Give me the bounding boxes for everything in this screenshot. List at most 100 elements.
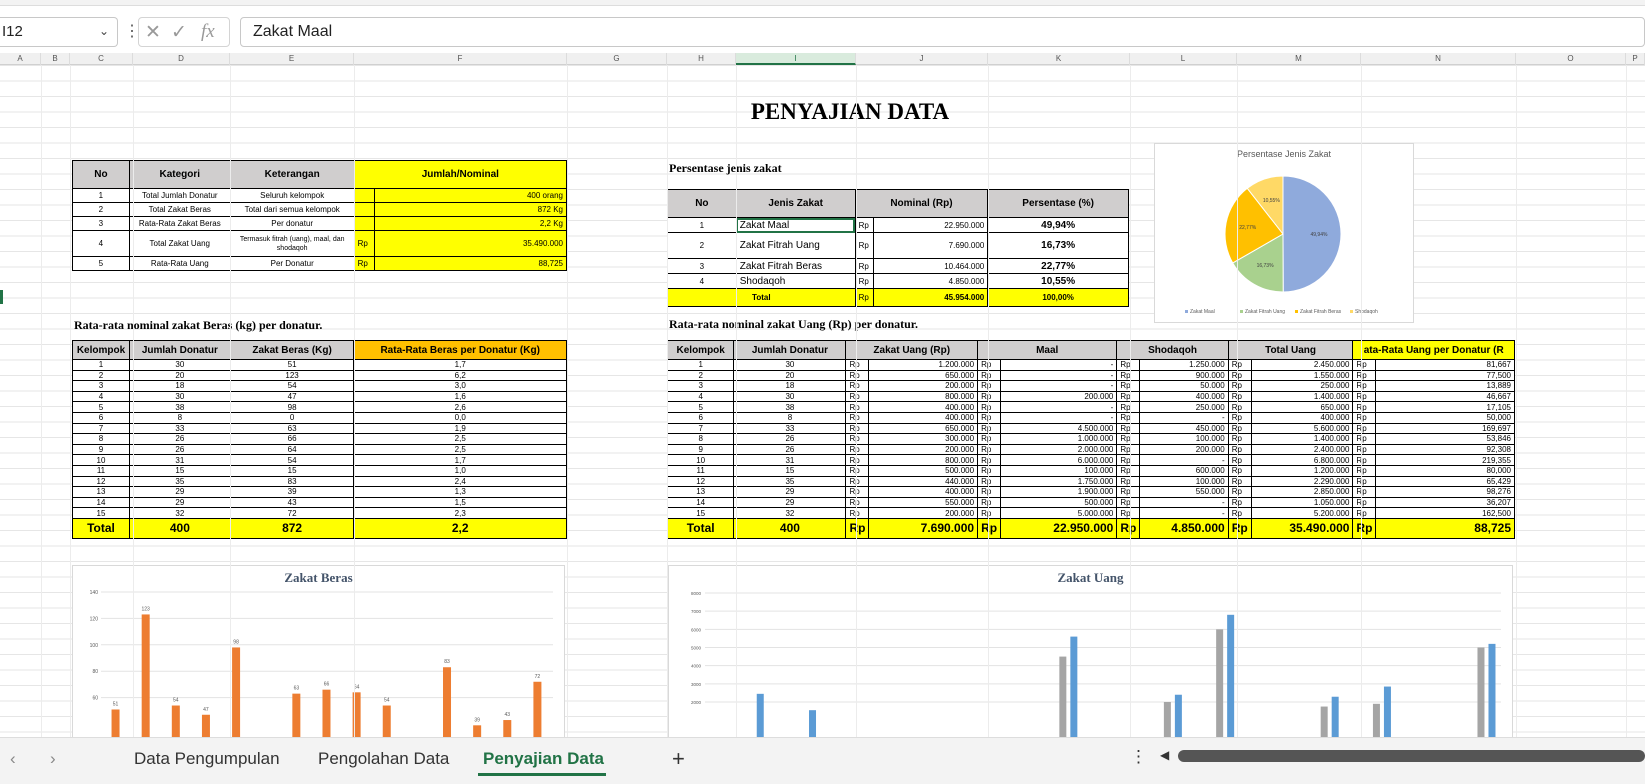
cell-currency: Rp bbox=[1227, 411, 1252, 424]
cell-keterangan: Termasuk fitrah (uang), maal, dan shodaq… bbox=[229, 230, 355, 257]
cell-rata: 3,0 bbox=[353, 380, 567, 392]
cell-currency: Rp bbox=[854, 273, 874, 289]
cell-kelompok: 10 bbox=[666, 454, 735, 466]
cell-rata: 1,9 bbox=[353, 422, 567, 435]
cell-donatur: 31 bbox=[733, 454, 847, 466]
column-header[interactable]: E bbox=[230, 53, 354, 65]
cell-zakat-uang: 650.000 bbox=[868, 422, 979, 435]
cell-currency: Rp bbox=[1116, 443, 1141, 456]
cell-jenis: Zakat Maal bbox=[735, 217, 856, 233]
cell-kelompok: 11 bbox=[72, 464, 130, 477]
column-header[interactable]: L bbox=[1130, 53, 1237, 65]
tab-pengolahan-data[interactable]: Pengolahan Data bbox=[318, 749, 449, 769]
column-header[interactable]: A bbox=[0, 53, 41, 65]
header-total-uang: Total Uang bbox=[1227, 340, 1354, 360]
column-header[interactable]: M bbox=[1237, 53, 1361, 65]
legend-entry: Shodaqoh bbox=[1355, 309, 1378, 315]
prev-sheet-icon[interactable]: ‹ bbox=[10, 749, 16, 769]
cell-zakat-uang: 400.000 bbox=[868, 486, 979, 498]
table-row: 13 29 39 1,3 bbox=[72, 486, 567, 498]
more-sheets-icon[interactable]: ⋮ bbox=[1130, 747, 1147, 767]
column-header[interactable]: O bbox=[1516, 53, 1626, 65]
worksheet-grid[interactable]: PENYAJIAN DATA No Kategori Keterangan Ju… bbox=[0, 65, 1645, 737]
cell-nominal: 22.950.000 bbox=[872, 217, 989, 233]
bar bbox=[1163, 702, 1171, 737]
cancel-icon[interactable]: ✕ bbox=[145, 21, 161, 44]
pie-chart-panel[interactable]: Persentase Jenis Zakat 49,94% Zakat Maal 1… bbox=[1154, 143, 1414, 323]
add-sheet-icon[interactable]: + bbox=[672, 746, 685, 772]
cell-jenis: Zakat Fitrah Uang bbox=[735, 232, 856, 259]
page-title: PENYAJIAN DATA bbox=[750, 99, 950, 124]
gridline bbox=[1516, 65, 1517, 737]
header-jumlah-donatur: Jumlah Donatur bbox=[128, 340, 231, 360]
name-box[interactable]: I12 ⌄ bbox=[0, 17, 118, 47]
cell-currency: Rp bbox=[1116, 475, 1141, 488]
column-header[interactable]: H bbox=[667, 53, 736, 65]
cell-beras: 64 bbox=[229, 443, 355, 456]
cell-zakat-uang: 400.000 bbox=[868, 401, 979, 413]
cell-kelompok: 10 bbox=[72, 454, 130, 466]
column-header[interactable]: C bbox=[70, 53, 133, 65]
column-header[interactable]: D bbox=[133, 53, 230, 65]
active-tab-indicator bbox=[478, 773, 606, 776]
cell-donatur: 18 bbox=[128, 380, 231, 392]
formula-input[interactable]: Zakat Maal bbox=[240, 17, 1645, 47]
cell-currency: Rp bbox=[845, 433, 870, 445]
cell-donatur: 33 bbox=[733, 422, 847, 435]
cell-kelompok: 7 bbox=[72, 422, 130, 435]
insert-function-icon[interactable]: fx bbox=[201, 21, 215, 43]
column-header[interactable]: J bbox=[856, 53, 988, 65]
bar-data-label: 39 bbox=[474, 717, 480, 723]
column-header[interactable]: G bbox=[567, 53, 667, 65]
gridline bbox=[70, 65, 71, 737]
tab-penyajian-data[interactable]: Penyajian Data bbox=[483, 749, 604, 769]
gridline bbox=[1361, 65, 1362, 737]
cell-kelompok: 11 bbox=[666, 464, 735, 477]
column-header[interactable]: B bbox=[41, 53, 70, 65]
chevron-down-icon[interactable]: ⌄ bbox=[99, 24, 109, 38]
cell-maal: 500.000 bbox=[1000, 496, 1118, 509]
cell-rata: 81,667 bbox=[1375, 359, 1515, 371]
cell-zakat-uang: 1.200.000 bbox=[868, 359, 979, 371]
cell-currency: Rp bbox=[845, 475, 870, 488]
cell-kategori: Rata-Rata Zakat Beras bbox=[128, 216, 231, 231]
cell-no: 2 bbox=[667, 232, 737, 259]
bar bbox=[322, 689, 331, 737]
bar bbox=[443, 667, 452, 737]
cell-total: 6.800.000 bbox=[1250, 454, 1354, 466]
table-row: 3 Rata-Rata Zakat Beras Per donatur 2,2 Kg bbox=[72, 216, 568, 231]
cell-no: 1 bbox=[72, 188, 130, 203]
cell-currency: Rp bbox=[977, 369, 1002, 382]
column-header[interactable]: I bbox=[736, 53, 856, 65]
column-header[interactable]: N bbox=[1361, 53, 1516, 65]
cell-total: 1.200.000 bbox=[1250, 464, 1354, 477]
table-row: 8 26 66 2,5 bbox=[72, 433, 567, 445]
cell-currency: Rp bbox=[1227, 507, 1252, 519]
column-header[interactable]: K bbox=[988, 53, 1130, 65]
beras-chart-panel[interactable]: Zakat Beras 140 120 100 80 60 51 123 54 47 98 63 66… bbox=[72, 565, 565, 737]
uang-chart-panel[interactable]: Zakat Uang 8000 7000 6000 5000 4000 3000 2000 bbox=[668, 565, 1513, 737]
bar bbox=[1070, 636, 1078, 737]
next-sheet-icon[interactable]: › bbox=[50, 749, 56, 769]
column-header[interactable]: P bbox=[1626, 53, 1645, 65]
cell-currency: Rp bbox=[1227, 486, 1252, 498]
column-header[interactable]: F bbox=[354, 53, 567, 65]
gridline bbox=[230, 65, 231, 737]
total-rata: 88,725 bbox=[1375, 517, 1515, 539]
enter-icon[interactable]: ✓ bbox=[171, 21, 187, 44]
cell-currency: Rp bbox=[854, 232, 874, 259]
total-currency: Rp bbox=[1352, 517, 1377, 539]
cell-donatur: 29 bbox=[733, 486, 847, 498]
gridline bbox=[736, 65, 737, 737]
horizontal-scrollbar[interactable] bbox=[1178, 750, 1645, 762]
cell-no: 5 bbox=[72, 256, 130, 271]
cell-rata: 2,5 bbox=[353, 433, 567, 445]
total-currency: Rp bbox=[1116, 517, 1141, 539]
total-donatur: 400 bbox=[128, 517, 231, 539]
tab-data-pengumpulan[interactable]: Data Pengumpulan bbox=[134, 749, 280, 769]
column-header-bar: ABCDEFGHIJKLMNOP bbox=[0, 53, 1645, 65]
table-row: 9 26 64 2,5 bbox=[72, 443, 567, 456]
gridline bbox=[1626, 65, 1627, 737]
cell-currency: Rp bbox=[977, 401, 1002, 413]
scroll-left-icon[interactable]: ◀ bbox=[1160, 748, 1169, 762]
